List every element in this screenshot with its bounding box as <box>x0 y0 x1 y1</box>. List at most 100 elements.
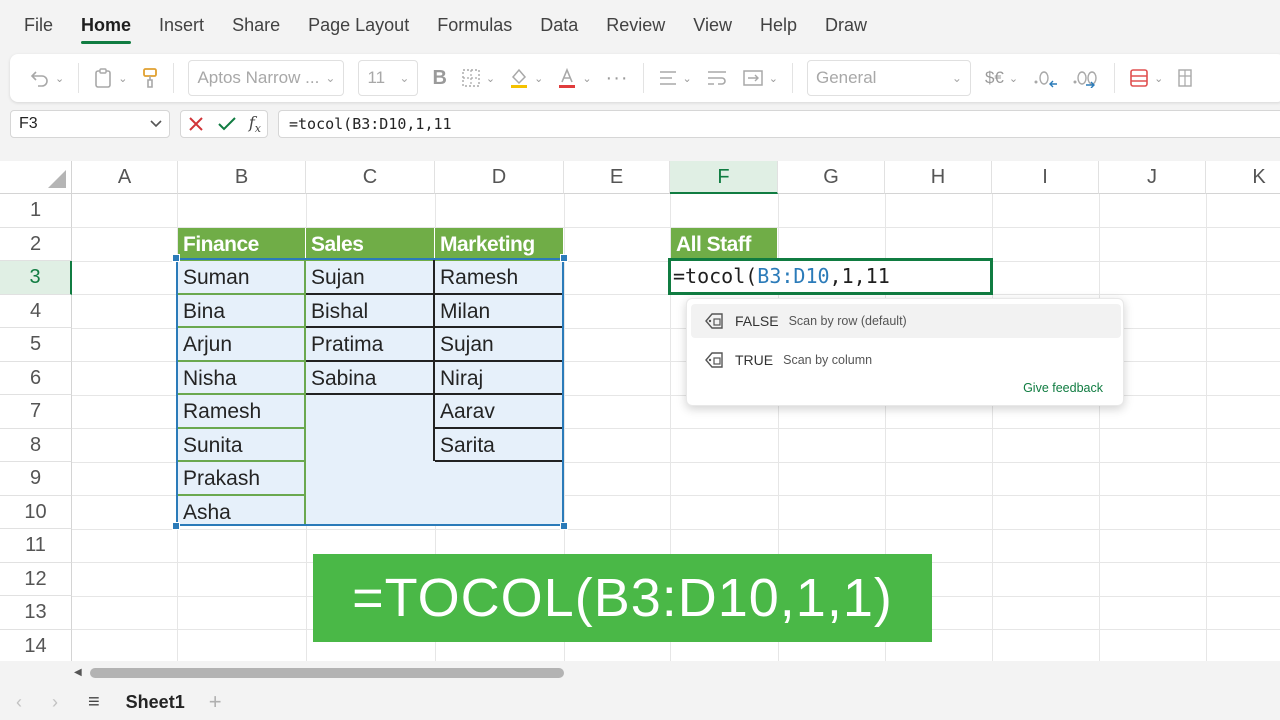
chevron-down-icon: ⌄ <box>582 72 592 85</box>
range-handle[interactable] <box>172 254 180 262</box>
font-size-select[interactable]: 11 ⌄ <box>358 60 419 96</box>
header-all-staff[interactable]: All Staff <box>671 227 777 261</box>
tab-view[interactable]: View <box>693 0 732 50</box>
align-button[interactable]: ⌄ <box>658 69 692 87</box>
column-header-d[interactable]: D <box>435 161 564 194</box>
name-box[interactable]: F3 <box>10 110 170 138</box>
number-format-select[interactable]: General ⌄ <box>806 60 971 96</box>
sheet-menu-icon[interactable]: ≡ <box>88 691 100 714</box>
bold-icon: B <box>432 66 447 89</box>
scroll-left-icon[interactable]: ◀ <box>74 667 82 678</box>
fill-color-button[interactable]: ⌄ <box>509 67 543 89</box>
ribbon-divider <box>173 63 175 93</box>
wrap-text-icon <box>707 71 726 85</box>
row-header-6[interactable]: 6 <box>0 361 72 395</box>
cancel-icon[interactable] <box>187 115 205 133</box>
column-header-a[interactable]: A <box>72 161 178 194</box>
chevron-down-icon: ⌄ <box>325 71 336 85</box>
table-style-icon <box>1178 69 1193 87</box>
merge-icon <box>743 70 763 86</box>
prev-sheet-icon[interactable]: ‹ <box>16 692 22 713</box>
tab-page-layout[interactable]: Page Layout <box>308 0 409 50</box>
column-header-i[interactable]: I <box>992 161 1099 194</box>
paste-icon <box>95 68 112 88</box>
table-style-button[interactable] <box>1177 68 1193 88</box>
font-color-button[interactable]: ⌄ <box>557 67 592 89</box>
row-header-4[interactable]: 4 <box>0 294 72 328</box>
bold-button[interactable]: B <box>432 67 446 90</box>
menu-bar: File Home Insert Share Page Layout Formu… <box>0 0 1280 50</box>
row-header-12[interactable]: 12 <box>0 562 72 596</box>
column-header-f[interactable]: F <box>670 161 778 194</box>
select-all-button[interactable] <box>0 161 72 194</box>
add-sheet-icon[interactable]: + <box>209 689 222 715</box>
formula-banner: =TOCOL(B3:D10,1,1) <box>313 554 932 642</box>
column-header-h[interactable]: H <box>885 161 992 194</box>
row-header-9[interactable]: 9 <box>0 462 72 496</box>
confirm-icon[interactable] <box>217 115 237 133</box>
chevron-down-icon: ⌄ <box>55 72 65 85</box>
column-header-j[interactable]: J <box>1099 161 1206 194</box>
insert-function-icon[interactable]: fx <box>249 113 261 135</box>
conditional-format-button[interactable]: ⌄ <box>1129 68 1163 88</box>
undo-button[interactable]: ⌄ <box>30 68 64 88</box>
column-header-e[interactable]: E <box>564 161 670 194</box>
row-header-7[interactable]: 7 <box>0 395 72 429</box>
row-header-3[interactable]: 3 <box>0 261 72 295</box>
decrease-decimal-button[interactable] <box>1032 68 1058 88</box>
tab-insert[interactable]: Insert <box>159 0 204 50</box>
increase-decimal-icon <box>1073 71 1097 88</box>
chevron-down-icon: ⌄ <box>118 72 128 85</box>
row-header-13[interactable]: 13 <box>0 596 72 630</box>
tab-formulas[interactable]: Formulas <box>437 0 512 50</box>
active-cell-editor[interactable]: =tocol(B3:D10,1,11 <box>668 258 993 295</box>
format-painter-button[interactable] <box>141 67 159 89</box>
autocomplete-option-false[interactable]: FALSE Scan by row (default) <box>691 304 1121 338</box>
header-sales[interactable]: Sales <box>306 227 434 261</box>
row-header-5[interactable]: 5 <box>0 328 72 362</box>
scrollbar-thumb[interactable] <box>90 668 564 678</box>
row-header-14[interactable]: 14 <box>0 629 72 661</box>
column-header-b[interactable]: B <box>178 161 306 194</box>
column-header-k[interactable]: K <box>1206 161 1280 194</box>
tab-share[interactable]: Share <box>232 0 280 50</box>
more-button[interactable]: ··· <box>606 67 629 90</box>
tab-data[interactable]: Data <box>540 0 578 50</box>
format-painter-icon <box>143 68 158 88</box>
horizontal-scrollbar[interactable]: ◀ <box>72 664 1280 682</box>
row-header-2[interactable]: 2 <box>0 227 72 261</box>
tab-home[interactable]: Home <box>81 0 132 50</box>
formula-input[interactable]: =tocol(B3:D10,1,11 <box>278 110 1280 138</box>
tab-draw[interactable]: Draw <box>825 0 867 50</box>
next-sheet-icon[interactable]: › <box>52 692 58 713</box>
paste-button[interactable]: ⌄ <box>93 67 127 89</box>
row-header-11[interactable]: 11 <box>0 529 72 563</box>
range-handle[interactable] <box>560 254 568 262</box>
currency-button[interactable]: $€ ⌄ <box>985 68 1018 88</box>
give-feedback-link[interactable]: Give feedback <box>1023 381 1103 395</box>
autocomplete-option-true[interactable]: TRUE Scan by column <box>691 343 1121 377</box>
ribbon-divider <box>791 63 793 93</box>
increase-decimal-button[interactable] <box>1072 68 1100 88</box>
conditional-format-icon <box>1130 69 1148 87</box>
tab-help[interactable]: Help <box>760 0 797 50</box>
sheet-tab-sheet1[interactable]: Sheet1 <box>126 692 185 713</box>
sheet-tab-bar: ‹ › ≡ Sheet1 + <box>0 684 1280 720</box>
row-header-8[interactable]: 8 <box>0 428 72 462</box>
header-marketing[interactable]: Marketing <box>435 227 563 261</box>
tab-review[interactable]: Review <box>606 0 665 50</box>
borders-button[interactable]: ⌄ <box>461 68 495 88</box>
header-finance[interactable]: Finance <box>178 227 305 261</box>
merge-button[interactable]: ⌄ <box>742 69 778 87</box>
align-icon <box>659 71 676 85</box>
wrap-text-button[interactable] <box>706 69 728 87</box>
range-handle[interactable] <box>560 522 568 530</box>
font-name-select[interactable]: Aptos Narrow ... ⌄ <box>188 60 345 96</box>
tab-file[interactable]: File <box>24 0 53 50</box>
column-header-g[interactable]: G <box>778 161 885 194</box>
row-header-1[interactable]: 1 <box>0 194 72 228</box>
range-handle[interactable] <box>172 522 180 530</box>
ribbon-divider <box>642 63 644 93</box>
row-header-10[interactable]: 10 <box>0 495 72 529</box>
column-header-c[interactable]: C <box>306 161 435 194</box>
